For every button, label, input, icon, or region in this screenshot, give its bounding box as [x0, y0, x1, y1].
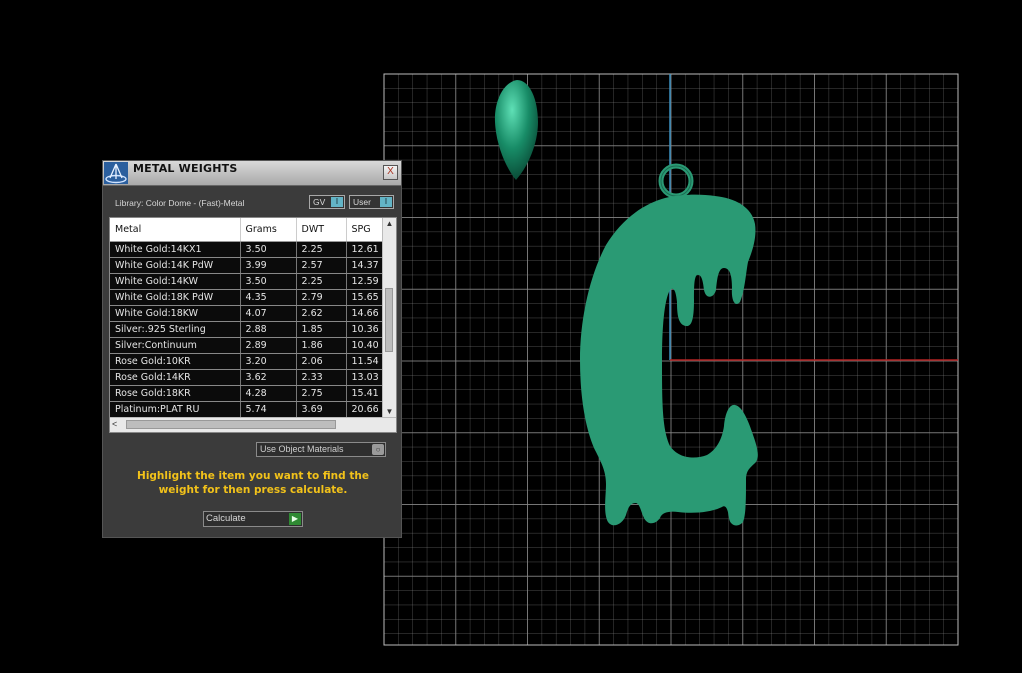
cell-metal: Platinum:PLAT RU: [110, 401, 241, 418]
cell-spg: 20.66: [346, 401, 384, 418]
table-row[interactable]: Platinum:PLAT RU 5.74 3.69 20.66: [110, 401, 384, 418]
panel-title: METAL WEIGHTS: [133, 162, 238, 175]
vertical-scroll-thumb[interactable]: [385, 288, 393, 352]
cell-spg: 13.03: [346, 369, 384, 386]
cell-dwt: 2.25: [296, 273, 347, 290]
cell-grams: 3.50: [240, 273, 297, 290]
column-header-grams[interactable]: Grams: [240, 218, 297, 242]
cell-grams: 3.50: [240, 241, 297, 258]
table-row[interactable]: White Gold:18KW 4.07 2.62 14.66: [110, 305, 384, 322]
cell-grams: 3.62: [240, 369, 297, 386]
metal-weights-panel: METAL WEIGHTS X Library: Color Dome - (F…: [102, 160, 402, 538]
calculate-label: Calculate: [206, 513, 246, 524]
app-logo-icon: [104, 162, 128, 184]
gv-toggle-label: GV: [313, 197, 326, 207]
column-header-metal[interactable]: Metal: [110, 218, 241, 242]
cell-metal: White Gold:18K PdW: [110, 289, 241, 306]
table-row[interactable]: White Gold:14KW 3.50 2.25 12.59: [110, 273, 384, 290]
cell-metal: Silver:Continuum: [110, 337, 241, 354]
cell-dwt: 2.25: [296, 241, 347, 258]
cell-dwt: 2.79: [296, 289, 347, 306]
cell-grams: 2.88: [240, 321, 297, 338]
library-label: Library: Color Dome - (Fast)-Metal: [115, 198, 245, 208]
gv-toggle-indicator-icon: I: [331, 197, 343, 207]
cell-grams: 4.35: [240, 289, 297, 306]
cell-grams: 4.07: [240, 305, 297, 322]
table-row[interactable]: Rose Gold:10KR 3.20 2.06 11.54: [110, 353, 384, 370]
cell-metal: Rose Gold:18KR: [110, 385, 241, 402]
table-row[interactable]: White Gold:14K PdW 3.99 2.57 14.37: [110, 257, 384, 274]
cell-metal: Silver:.925 Sterling: [110, 321, 241, 338]
scroll-up-arrow-icon[interactable]: ▲: [383, 218, 396, 230]
cell-grams: 3.99: [240, 257, 297, 274]
column-header-dwt[interactable]: DWT: [296, 218, 347, 242]
gv-toggle[interactable]: GV I: [309, 195, 345, 209]
calculate-button[interactable]: Calculate ▶: [203, 511, 303, 527]
user-toggle[interactable]: User I: [349, 195, 394, 209]
cell-spg: 14.37: [346, 257, 384, 274]
table-header-row: Metal Grams DWT SPG: [110, 218, 384, 242]
cell-metal: White Gold:18KW: [110, 305, 241, 322]
cell-grams: 5.74: [240, 401, 297, 418]
cell-spg: 10.40: [346, 337, 384, 354]
table-row[interactable]: White Gold:14KX1 3.50 2.25 12.61: [110, 241, 384, 258]
cell-grams: 2.89: [240, 337, 297, 354]
vertical-scrollbar[interactable]: ▲ ▼: [382, 218, 396, 418]
table-row[interactable]: Rose Gold:14KR 3.62 2.33 13.03: [110, 369, 384, 386]
user-toggle-label: User: [353, 197, 371, 207]
radio-knob-icon: ○: [372, 444, 384, 455]
cell-dwt: 2.57: [296, 257, 347, 274]
close-button[interactable]: X: [383, 165, 398, 180]
teardrop-model[interactable]: [494, 80, 538, 180]
cell-spg: 15.41: [346, 385, 384, 402]
cell-grams: 4.28: [240, 385, 297, 402]
cell-metal: White Gold:14KX1: [110, 241, 241, 258]
cell-dwt: 2.33: [296, 369, 347, 386]
cell-dwt: 1.85: [296, 321, 347, 338]
cell-dwt: 2.75: [296, 385, 347, 402]
cell-dwt: 3.69: [296, 401, 347, 418]
instruction-text: Highlight the item you want to find the …: [137, 470, 369, 496]
horizontal-scroll-thumb[interactable]: [126, 420, 336, 429]
play-arrow-icon: ▶: [289, 513, 301, 525]
cell-spg: 11.54: [346, 353, 384, 370]
panel-title-bar[interactable]: METAL WEIGHTS X: [103, 161, 401, 186]
cell-spg: 14.66: [346, 305, 384, 322]
use-object-materials-label: Use Object Materials: [260, 444, 344, 454]
cell-dwt: 1.86: [296, 337, 347, 354]
table-row[interactable]: Silver:Continuum 2.89 1.86 10.40: [110, 337, 384, 354]
cell-metal: White Gold:14K PdW: [110, 257, 241, 274]
metal-table-container: Metal Grams DWT SPG White Gold:14KX1 3.50…: [109, 217, 397, 433]
scroll-left-arrow-icon[interactable]: <: [112, 419, 117, 429]
cell-dwt: 2.06: [296, 353, 347, 370]
cell-spg: 12.61: [346, 241, 384, 258]
cell-metal: Rose Gold:10KR: [110, 353, 241, 370]
table-row[interactable]: Silver:.925 Sterling 2.88 1.85 10.36: [110, 321, 384, 338]
cell-spg: 12.59: [346, 273, 384, 290]
table-row[interactable]: White Gold:18K PdW 4.35 2.79 15.65: [110, 289, 384, 306]
table-row[interactable]: Rose Gold:18KR 4.28 2.75 15.41: [110, 385, 384, 402]
metal-table: Metal Grams DWT SPG White Gold:14KX1 3.50…: [110, 218, 384, 418]
use-object-materials-toggle[interactable]: Use Object Materials ○: [256, 442, 386, 457]
horizontal-scrollbar[interactable]: <: [110, 417, 396, 432]
cell-dwt: 2.62: [296, 305, 347, 322]
metal-table-viewport: Metal Grams DWT SPG White Gold:14KX1 3.50…: [110, 218, 384, 418]
cell-metal: Rose Gold:14KR: [110, 369, 241, 386]
3d-viewport[interactable]: METAL WEIGHTS X Library: Color Dome - (F…: [0, 0, 1022, 673]
cell-grams: 3.20: [240, 353, 297, 370]
user-toggle-indicator-icon: I: [380, 197, 392, 207]
cell-spg: 15.65: [346, 289, 384, 306]
column-header-spg[interactable]: SPG: [346, 218, 384, 242]
cell-spg: 10.36: [346, 321, 384, 338]
cell-metal: White Gold:14KW: [110, 273, 241, 290]
